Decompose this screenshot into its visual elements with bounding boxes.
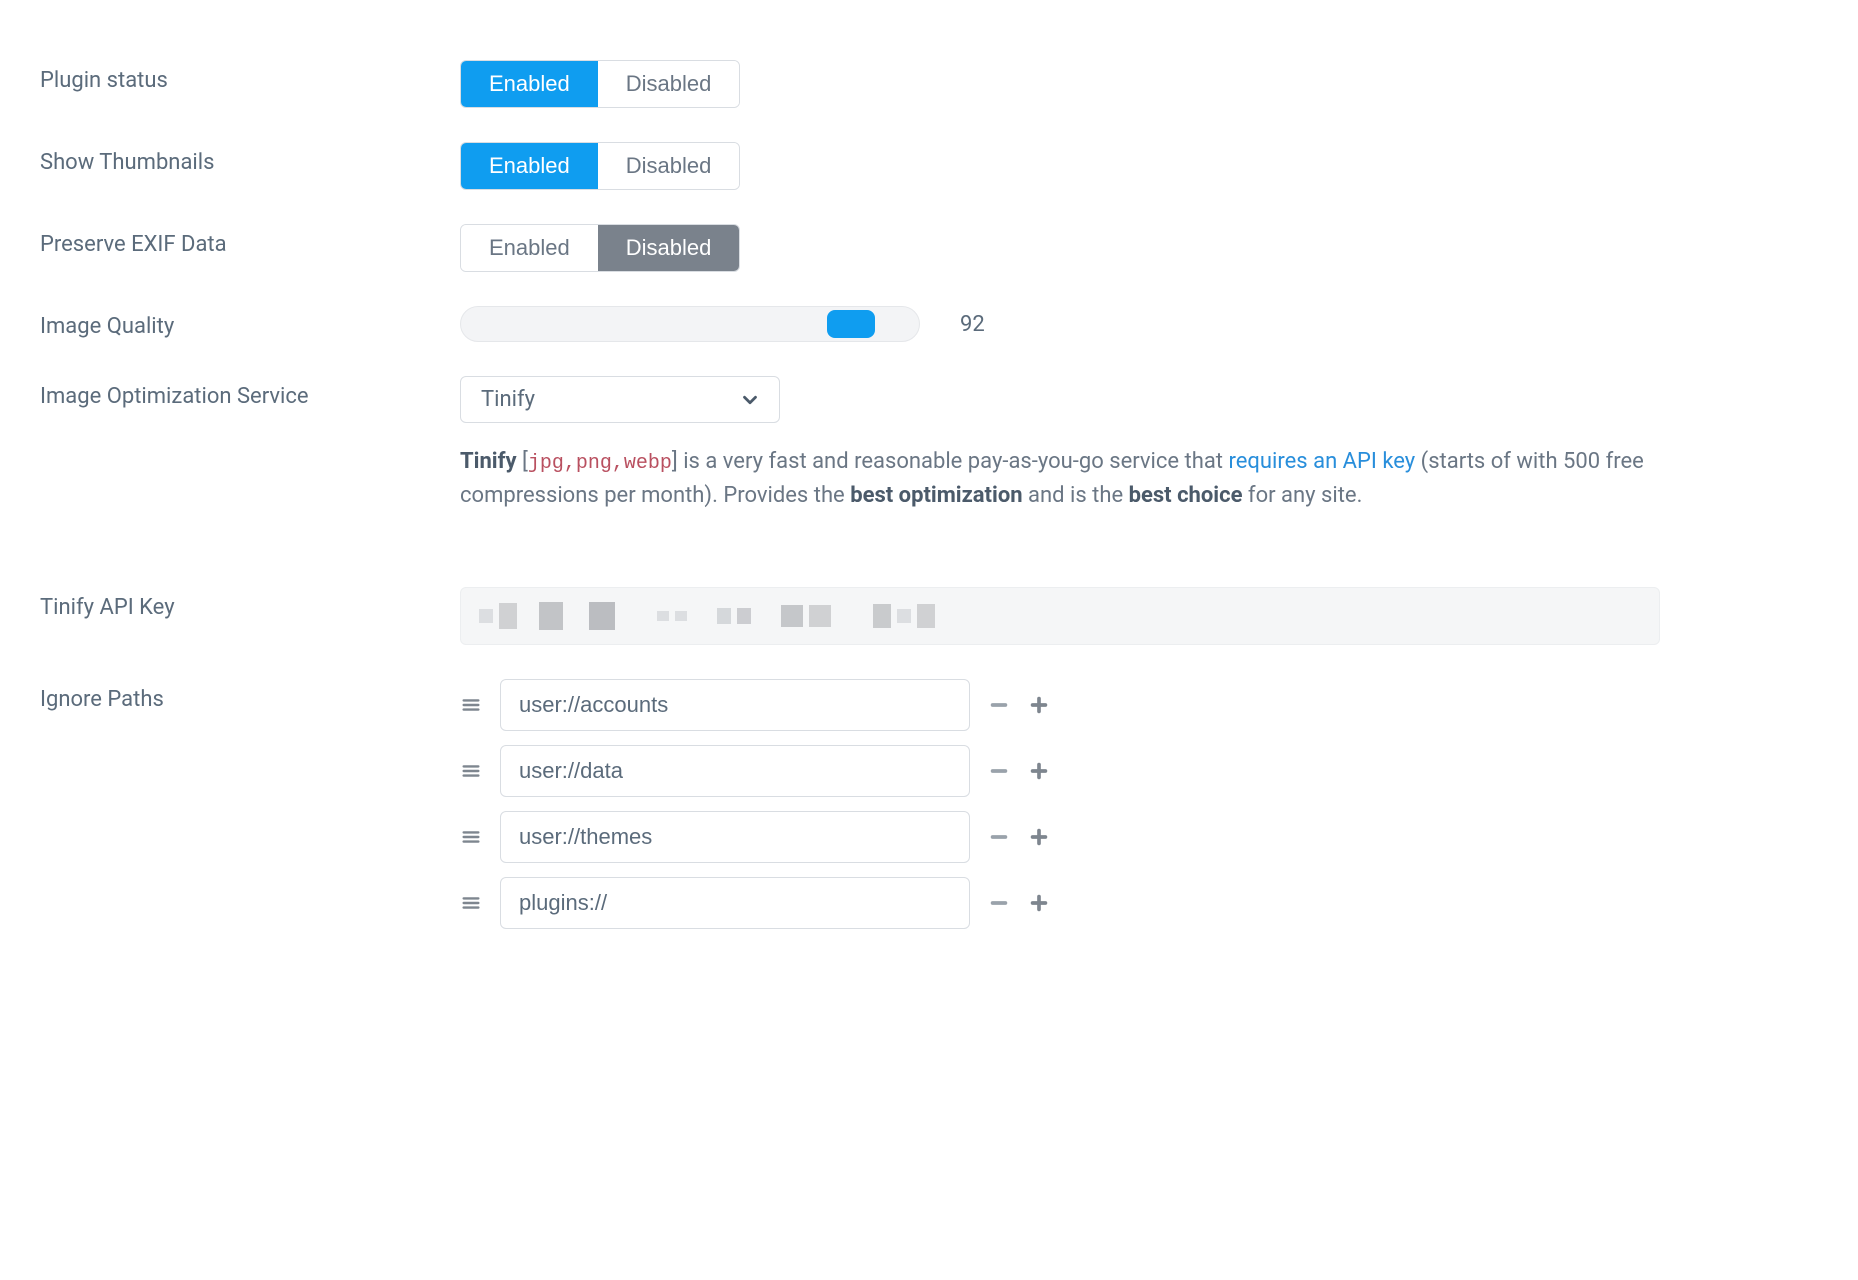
- optimization-service-select[interactable]: Tinify: [460, 376, 780, 423]
- ignore-path-input[interactable]: [500, 745, 970, 797]
- row-api-key: Tinify API Key: [40, 587, 1818, 645]
- add-path-button[interactable]: [1028, 760, 1050, 782]
- add-path-button[interactable]: [1028, 892, 1050, 914]
- label-ignore-paths: Ignore Paths: [40, 679, 460, 712]
- add-path-button[interactable]: [1028, 826, 1050, 848]
- ignore-path-input[interactable]: [500, 877, 970, 929]
- toggle-show-thumbnails: Enabled Disabled: [460, 142, 740, 190]
- label-api-key: Tinify API Key: [40, 587, 460, 620]
- remove-path-button[interactable]: [988, 694, 1010, 716]
- row-ignore-paths: Ignore Paths: [40, 679, 1818, 943]
- label-image-quality: Image Quality: [40, 306, 460, 339]
- image-quality-slider[interactable]: [460, 306, 920, 342]
- image-quality-value: 92: [960, 312, 985, 337]
- show-thumbnails-enabled-button[interactable]: Enabled: [461, 143, 598, 189]
- ignore-path-row: [460, 745, 1818, 797]
- remove-path-button[interactable]: [988, 760, 1010, 782]
- row-plugin-status: Plugin status Enabled Disabled: [40, 60, 1818, 108]
- ignore-path-row: [460, 679, 1818, 731]
- row-preserve-exif: Preserve EXIF Data Enabled Disabled: [40, 224, 1818, 272]
- drag-handle-icon[interactable]: [460, 826, 482, 848]
- add-path-button[interactable]: [1028, 694, 1050, 716]
- drag-handle-icon[interactable]: [460, 694, 482, 716]
- image-quality-slider-thumb[interactable]: [827, 310, 875, 338]
- remove-path-button[interactable]: [988, 826, 1010, 848]
- chevron-down-icon: [739, 389, 761, 411]
- drag-handle-icon[interactable]: [460, 892, 482, 914]
- preserve-exif-disabled-button[interactable]: Disabled: [598, 225, 740, 271]
- toggle-plugin-status: Enabled Disabled: [460, 60, 740, 108]
- label-plugin-status: Plugin status: [40, 60, 460, 93]
- preserve-exif-enabled-button[interactable]: Enabled: [461, 225, 598, 271]
- optimization-service-value: Tinify: [481, 387, 535, 412]
- api-key-input[interactable]: [460, 587, 1660, 645]
- ignore-path-row: [460, 877, 1818, 929]
- plugin-status-disabled-button[interactable]: Disabled: [598, 61, 740, 107]
- ignore-path-row: [460, 811, 1818, 863]
- row-image-quality: Image Quality 92: [40, 306, 1818, 342]
- label-preserve-exif: Preserve EXIF Data: [40, 224, 460, 257]
- label-optimization-service: Image Optimization Service: [40, 376, 460, 409]
- ignore-paths-list: [460, 679, 1818, 943]
- plugin-status-enabled-button[interactable]: Enabled: [461, 61, 598, 107]
- toggle-preserve-exif: Enabled Disabled: [460, 224, 740, 272]
- row-optimization-service: Image Optimization Service Tinify Tinify…: [40, 376, 1818, 513]
- ignore-path-input[interactable]: [500, 679, 970, 731]
- drag-handle-icon[interactable]: [460, 760, 482, 782]
- ignore-path-input[interactable]: [500, 811, 970, 863]
- remove-path-button[interactable]: [988, 892, 1010, 914]
- optimization-service-description: Tinify [jpg,png,webp] is a very fast and…: [460, 445, 1660, 513]
- requires-api-key-link[interactable]: requires an API key: [1228, 449, 1415, 474]
- row-show-thumbnails: Show Thumbnails Enabled Disabled: [40, 142, 1818, 190]
- label-show-thumbnails: Show Thumbnails: [40, 142, 460, 175]
- show-thumbnails-disabled-button[interactable]: Disabled: [598, 143, 740, 189]
